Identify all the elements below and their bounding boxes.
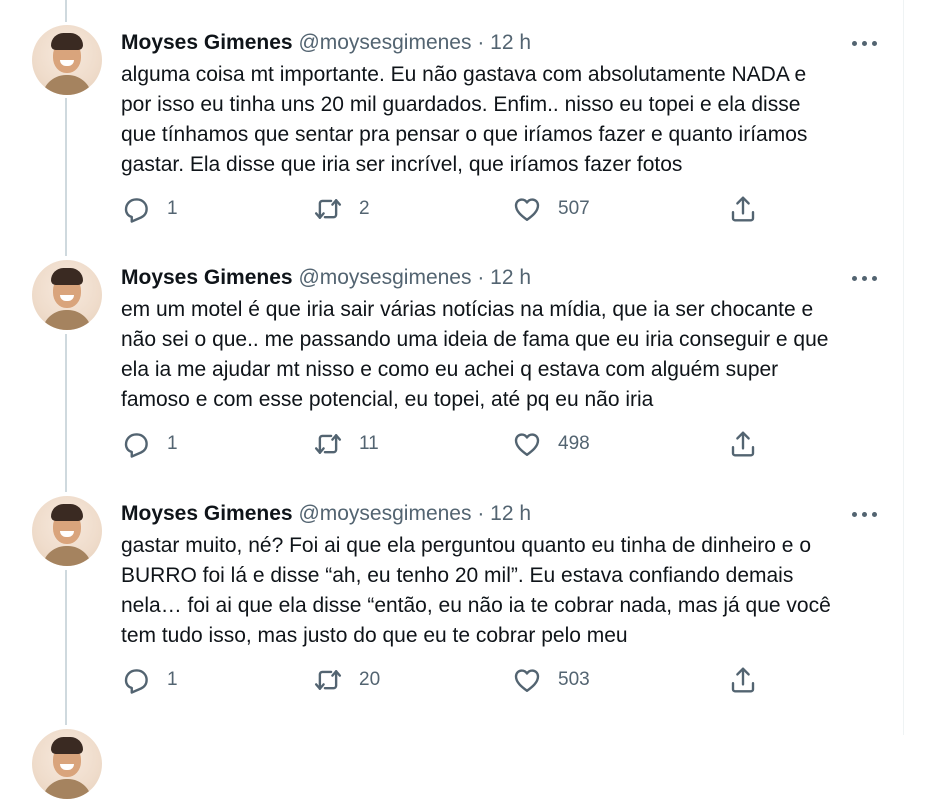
thread-line bbox=[65, 0, 67, 22]
reply-icon bbox=[124, 669, 148, 694]
author-name[interactable]: Moyses Gimenes bbox=[121, 502, 293, 525]
like-count: 498 bbox=[558, 433, 590, 454]
tweet-timestamp[interactable]: 12 h bbox=[490, 31, 531, 54]
separator-dot: · bbox=[477, 31, 485, 54]
tweet-header: Moyses Gimenes @moysesgimenes · 12 h bbox=[121, 264, 531, 292]
tweet-header: Moyses Gimenes @moysesgimenes · 12 h bbox=[121, 500, 531, 528]
heart-icon bbox=[514, 198, 540, 221]
author-handle[interactable]: @moysesgimenes bbox=[298, 31, 471, 54]
author-handle[interactable]: @moysesgimenes bbox=[298, 502, 471, 525]
tweet-text: gastar muito, né? Foi ai que ela pergunt… bbox=[121, 534, 831, 647]
reply-count: 1 bbox=[167, 198, 178, 219]
tweet-actions: 1 11 498 bbox=[121, 426, 761, 462]
reply-icon bbox=[124, 433, 148, 458]
tweet[interactable]: Moyses Gimenes @moysesgimenes · 12 h alg… bbox=[0, 25, 903, 260]
tweet-text: em um motel é que iria sair várias notíc… bbox=[121, 298, 829, 411]
more-options-icon[interactable] bbox=[850, 506, 880, 524]
avatar[interactable] bbox=[32, 260, 102, 330]
retweet-icon bbox=[314, 434, 342, 454]
tweet[interactable]: Moyses Gimenes @moysesgimenes · 12 h em … bbox=[0, 260, 903, 495]
reply-count: 1 bbox=[167, 669, 178, 690]
tweet[interactable]: Moyses Gimenes @moysesgimenes · 12 h gas… bbox=[0, 496, 903, 731]
avatar[interactable] bbox=[32, 496, 102, 566]
share-icon bbox=[731, 431, 755, 457]
timeline-right-border bbox=[903, 0, 904, 735]
reply-icon bbox=[124, 198, 148, 223]
separator-dot: · bbox=[477, 266, 485, 289]
retweet-count: 11 bbox=[359, 433, 379, 454]
retweet-icon bbox=[314, 670, 342, 690]
like-count: 507 bbox=[558, 198, 590, 219]
retweet-count: 20 bbox=[359, 669, 381, 690]
tweet-actions: 1 2 507 bbox=[121, 191, 761, 227]
tweet-text: alguma coisa mt importante. Eu não gasta… bbox=[121, 63, 808, 176]
more-options-icon[interactable] bbox=[850, 270, 880, 288]
share-icon bbox=[731, 196, 755, 222]
avatar[interactable] bbox=[32, 729, 102, 799]
avatar[interactable] bbox=[32, 25, 102, 95]
retweet-icon bbox=[314, 199, 342, 219]
more-options-icon[interactable] bbox=[850, 35, 880, 53]
author-name[interactable]: Moyses Gimenes bbox=[121, 266, 293, 289]
heart-icon bbox=[514, 433, 540, 456]
like-count: 503 bbox=[558, 669, 590, 690]
retweet-count: 2 bbox=[359, 198, 370, 219]
separator-dot: · bbox=[477, 502, 485, 525]
author-handle[interactable]: @moysesgimenes bbox=[298, 266, 471, 289]
tweet-header: Moyses Gimenes @moysesgimenes · 12 h bbox=[121, 29, 531, 57]
tweet-actions: 1 20 503 bbox=[121, 662, 761, 698]
author-name[interactable]: Moyses Gimenes bbox=[121, 31, 293, 54]
tweet-timestamp[interactable]: 12 h bbox=[490, 266, 531, 289]
tweet-timestamp[interactable]: 12 h bbox=[490, 502, 531, 525]
share-icon bbox=[731, 667, 755, 693]
heart-icon bbox=[514, 669, 540, 692]
reply-count: 1 bbox=[167, 433, 178, 454]
